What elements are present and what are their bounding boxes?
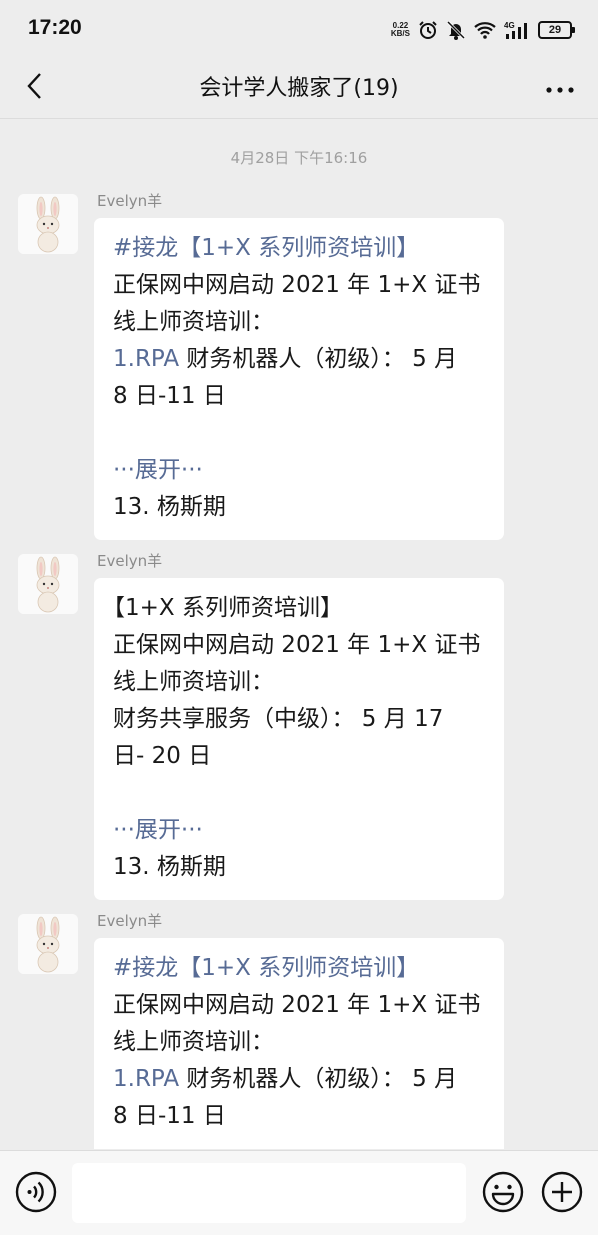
message-bubble[interactable]: #接龙【1+X 系列师资培训】 正保网中网启动 2021 年 1+X 证书 线上… — [94, 218, 504, 540]
more-button[interactable] — [540, 68, 580, 108]
mute-bell-icon — [446, 20, 466, 40]
rabbit-avatar-icon — [18, 914, 78, 974]
plus-button[interactable] — [540, 1170, 584, 1214]
message-line: 财务共享服务（中级）： 5 月 17 — [113, 706, 444, 732]
avatar[interactable] — [18, 194, 78, 254]
sender-name: Evelyn羊 — [97, 912, 163, 930]
plus-icon — [541, 1171, 583, 1213]
message-line: 日- 20 日 — [113, 743, 212, 769]
message-line: 线上师资培训： — [113, 1029, 274, 1055]
message-line[interactable]: #接龙【1+X 系列师资培训】 — [113, 230, 486, 267]
message-line: 正保网中网启动 2021 年 1+X 证书 — [113, 992, 481, 1018]
chat-title: 会计学人搬家了(19) — [199, 76, 399, 101]
emoji-button[interactable] — [481, 1170, 525, 1214]
message-line: 线上师资培训： — [113, 669, 274, 695]
message-timestamp: 4月28日 下午16:16 — [230, 149, 368, 167]
avatar[interactable] — [18, 914, 78, 974]
message-line: 1.RPA 财务机器人（初级）： 5 月 — [113, 346, 458, 372]
message-line: 【1+X 系列师资培训】 — [102, 595, 343, 621]
chat-area[interactable]: 4月28日 下午16:16 Evelyn羊 #接龙【1+X 系列师资培训】 正保… — [0, 119, 598, 1149]
rpa-link[interactable]: 1.RPA — [113, 346, 179, 372]
message-line: 1.RPA 财务机器人（初级）： 5 月 — [113, 1066, 458, 1092]
status-bar: 17:20 0.22 KB/S 4G 29 — [0, 0, 598, 58]
status-time: 17:20 — [28, 16, 82, 39]
sender-name: Evelyn羊 — [97, 552, 163, 570]
message-line: 正保网中网启动 2021 年 1+X 证书 — [113, 632, 481, 658]
message-line: 13. 杨斯期 — [113, 854, 226, 880]
sender-name: Evelyn羊 — [97, 192, 163, 210]
message-line: 13. 杨斯期 — [113, 494, 226, 520]
avatar[interactable] — [18, 554, 78, 614]
net-speed: 0.22 KB/S — [390, 21, 410, 38]
signal-icon: 4G — [504, 20, 530, 40]
message-line: 正保网中网启动 2021 年 1+X 证书 — [113, 272, 481, 298]
message-line: 线上师资培训： — [113, 309, 274, 335]
rabbit-avatar-icon — [18, 554, 78, 614]
rabbit-avatar-icon — [18, 194, 78, 254]
expand-link[interactable]: ···展开··· — [102, 812, 486, 849]
battery-indicator: 29 — [538, 21, 575, 39]
more-dots-icon — [545, 79, 575, 98]
message-input[interactable] — [72, 1163, 466, 1223]
message-line[interactable]: #接龙【1+X 系列师资培训】 — [113, 950, 486, 987]
voice-icon — [15, 1171, 57, 1213]
message-line: 8 日-11 日 — [113, 383, 226, 409]
status-icons: 0.22 KB/S 4G 29 — [390, 18, 575, 42]
message-line: 8 日-11 日 — [113, 1103, 226, 1129]
rpa-link[interactable]: 1.RPA — [113, 1066, 179, 1092]
voice-button[interactable] — [14, 1170, 58, 1214]
input-bar — [0, 1150, 598, 1235]
message-bubble[interactable]: #接龙【1+X 系列师资培训】 正保网中网启动 2021 年 1+X 证书 线上… — [94, 938, 504, 1149]
network-type-label: 4G — [504, 21, 515, 30]
nav-bar: 会计学人搬家了(19) — [0, 58, 598, 119]
wifi-icon — [474, 21, 496, 39]
message-bubble[interactable]: 【1+X 系列师资培训】 正保网中网启动 2021 年 1+X 证书 线上师资培… — [94, 578, 504, 900]
emoji-icon — [482, 1171, 524, 1213]
alarm-icon — [418, 20, 438, 40]
expand-link[interactable]: ···展开··· — [113, 452, 486, 489]
